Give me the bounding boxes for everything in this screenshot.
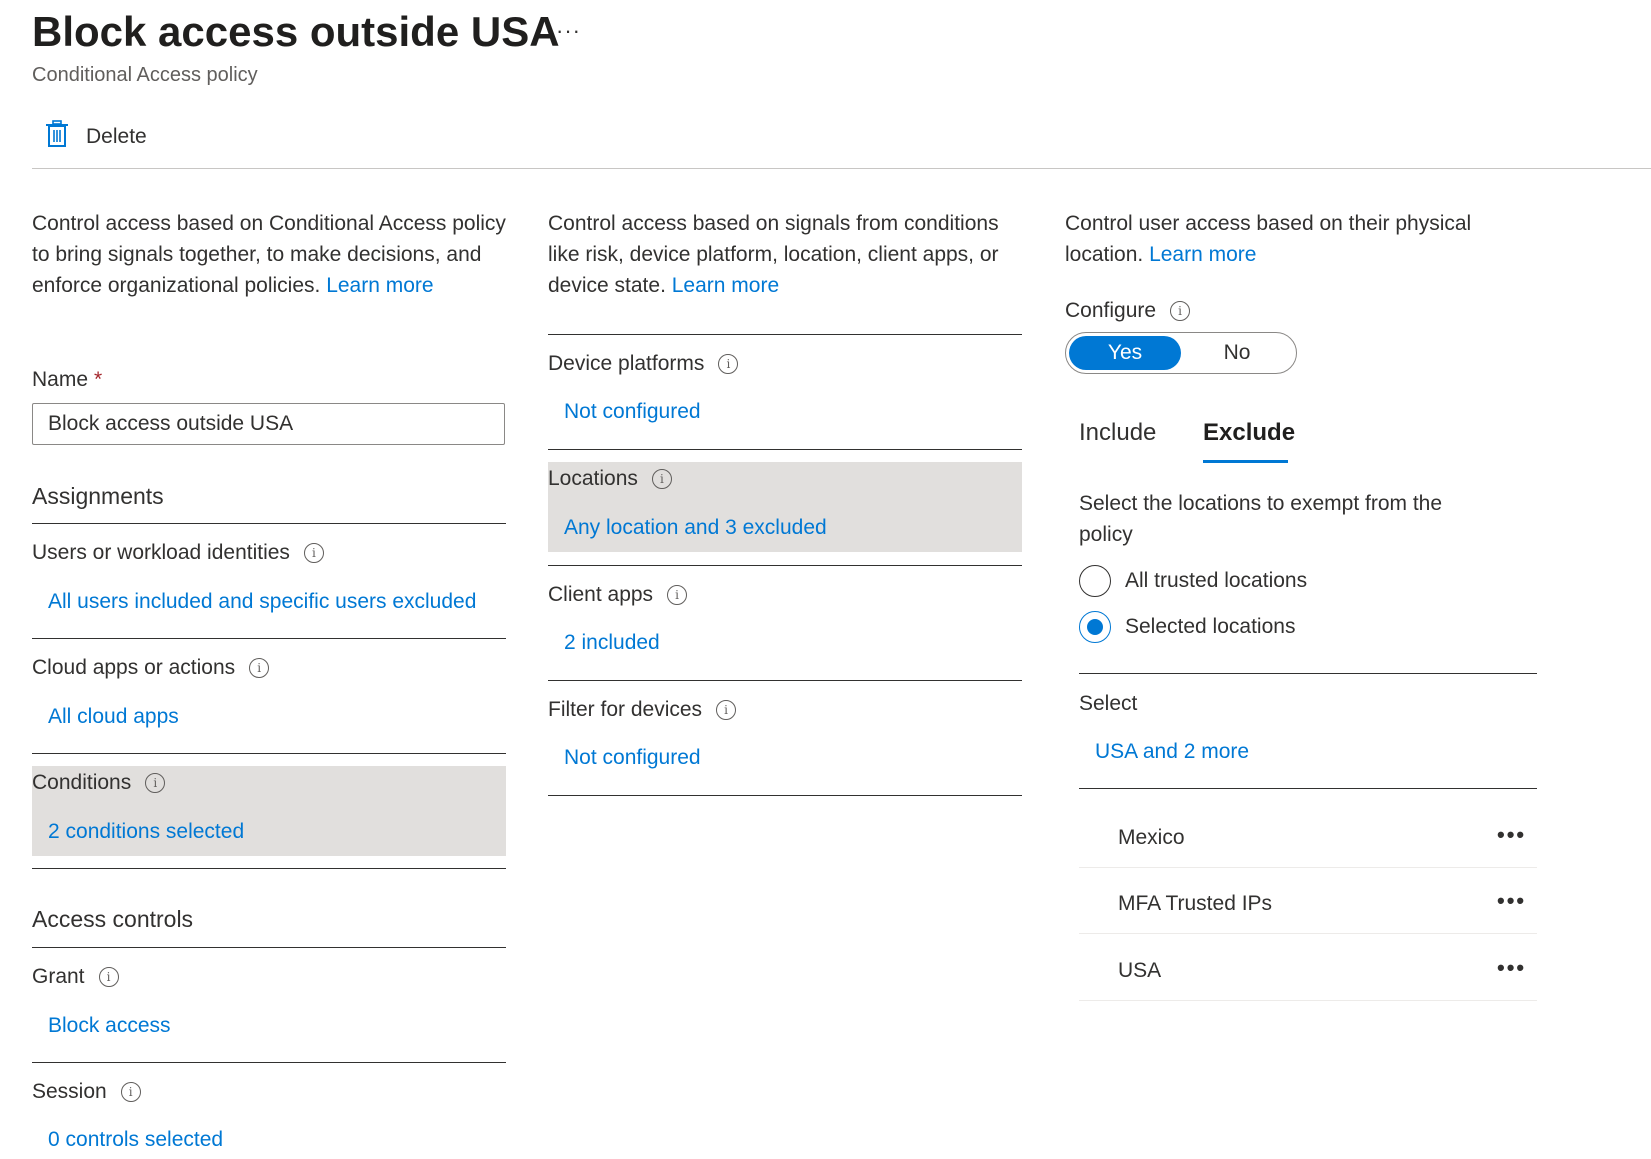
tab-exclude[interactable]: Exclude xyxy=(1203,419,1295,447)
divider xyxy=(548,449,1022,450)
divider xyxy=(548,680,1022,681)
info-icon[interactable]: i xyxy=(249,658,270,678)
divider xyxy=(1079,788,1537,789)
list-item: USA xyxy=(1118,959,1162,982)
configure-toggle[interactable]: Yes No xyxy=(1065,332,1297,374)
device-platforms-label: Device platforms i xyxy=(548,352,739,376)
apps-label: Cloud apps or actions i xyxy=(32,656,270,680)
trash-icon xyxy=(44,120,70,154)
divider xyxy=(32,753,506,754)
list-item: MFA Trusted IPs xyxy=(1118,892,1273,915)
radio-unchecked-icon[interactable] xyxy=(1079,565,1111,597)
conditions-value-link[interactable]: 2 conditions selected xyxy=(48,820,244,844)
client-apps-label: Client apps i xyxy=(548,583,688,607)
users-value-link[interactable]: All users included and specific users ex… xyxy=(48,590,476,614)
locations-value-link[interactable]: Any location and 3 excluded xyxy=(564,516,827,540)
select-value-link[interactable]: USA and 2 more xyxy=(1095,740,1249,764)
required-mark: * xyxy=(94,368,103,391)
name-input[interactable] xyxy=(32,403,505,445)
learn-more-link-right[interactable]: Learn more xyxy=(1149,243,1256,266)
radio-all-trusted[interactable]: All trusted locations xyxy=(1079,565,1307,597)
divider xyxy=(548,565,1022,566)
tab-include[interactable]: Include xyxy=(1079,419,1156,447)
info-icon[interactable]: i xyxy=(718,354,739,374)
info-icon[interactable]: i xyxy=(716,700,737,720)
info-icon[interactable]: i xyxy=(1170,301,1191,321)
divider xyxy=(32,1062,506,1063)
access-controls-title: Access controls xyxy=(32,906,194,932)
divider xyxy=(1079,1000,1537,1001)
select-label: Select xyxy=(1079,692,1138,715)
client-apps-value-link[interactable]: 2 included xyxy=(564,631,660,655)
toggle-yes[interactable]: Yes xyxy=(1069,336,1181,370)
list-item: Mexico xyxy=(1118,826,1185,849)
configure-label: Configure i xyxy=(1065,299,1191,323)
divider xyxy=(32,947,506,948)
radio-selected-locations[interactable]: Selected locations xyxy=(1079,611,1295,643)
page-subtitle: Conditional Access policy xyxy=(32,64,258,86)
divider xyxy=(1079,673,1537,674)
learn-more-link-middle[interactable]: Learn more xyxy=(672,274,779,297)
delete-button[interactable]: Delete xyxy=(44,120,147,154)
filter-devices-value-link[interactable]: Not configured xyxy=(564,746,701,770)
left-description: Control access based on Conditional Acce… xyxy=(32,212,506,297)
info-icon[interactable]: i xyxy=(145,773,166,793)
divider xyxy=(548,795,1022,796)
more-options-icon[interactable]: ••• xyxy=(1497,955,1526,981)
divider xyxy=(1079,933,1537,934)
delete-label: Delete xyxy=(86,125,147,148)
more-options-icon[interactable]: ··· xyxy=(556,18,581,44)
right-description: Control user access based on their physi… xyxy=(1065,212,1472,266)
divider xyxy=(32,638,506,639)
session-value-link[interactable]: 0 controls selected xyxy=(48,1128,223,1152)
grant-value-link[interactable]: Block access xyxy=(48,1014,171,1038)
radio-checked-icon[interactable] xyxy=(1079,611,1111,643)
assignments-title: Assignments xyxy=(32,483,164,509)
session-label: Session i xyxy=(32,1080,141,1104)
divider xyxy=(32,868,506,869)
info-icon[interactable]: i xyxy=(120,1082,141,1102)
info-icon[interactable]: i xyxy=(303,543,324,563)
info-icon[interactable]: i xyxy=(651,469,672,489)
learn-more-link-left[interactable]: Learn more xyxy=(326,274,433,297)
conditions-label: Conditions i xyxy=(32,771,166,795)
exclude-description: Select the locations to exempt from the … xyxy=(1079,492,1443,546)
info-icon[interactable]: i xyxy=(98,967,119,987)
locations-label: Locations i xyxy=(548,467,672,491)
grant-label: Grant i xyxy=(32,965,119,989)
filter-devices-label: Filter for devices i xyxy=(548,698,737,722)
apps-value-link[interactable]: All cloud apps xyxy=(48,705,179,729)
info-icon[interactable]: i xyxy=(667,585,688,605)
more-options-icon[interactable]: ••• xyxy=(1497,822,1526,848)
tab-active-indicator xyxy=(1203,460,1288,463)
name-label: Name * xyxy=(32,368,103,391)
radio-dot xyxy=(1087,619,1103,635)
users-label: Users or workload identities i xyxy=(32,541,324,565)
middle-description: Control access based on signals from con… xyxy=(548,212,999,297)
toggle-no[interactable]: No xyxy=(1181,336,1293,370)
page-title: Block access outside USA xyxy=(32,8,560,55)
more-options-icon[interactable]: ••• xyxy=(1497,888,1526,914)
device-platforms-value-link[interactable]: Not configured xyxy=(564,400,701,424)
toolbar-divider xyxy=(32,168,1651,169)
divider xyxy=(548,334,1022,335)
divider xyxy=(32,523,506,524)
divider xyxy=(1079,867,1537,868)
